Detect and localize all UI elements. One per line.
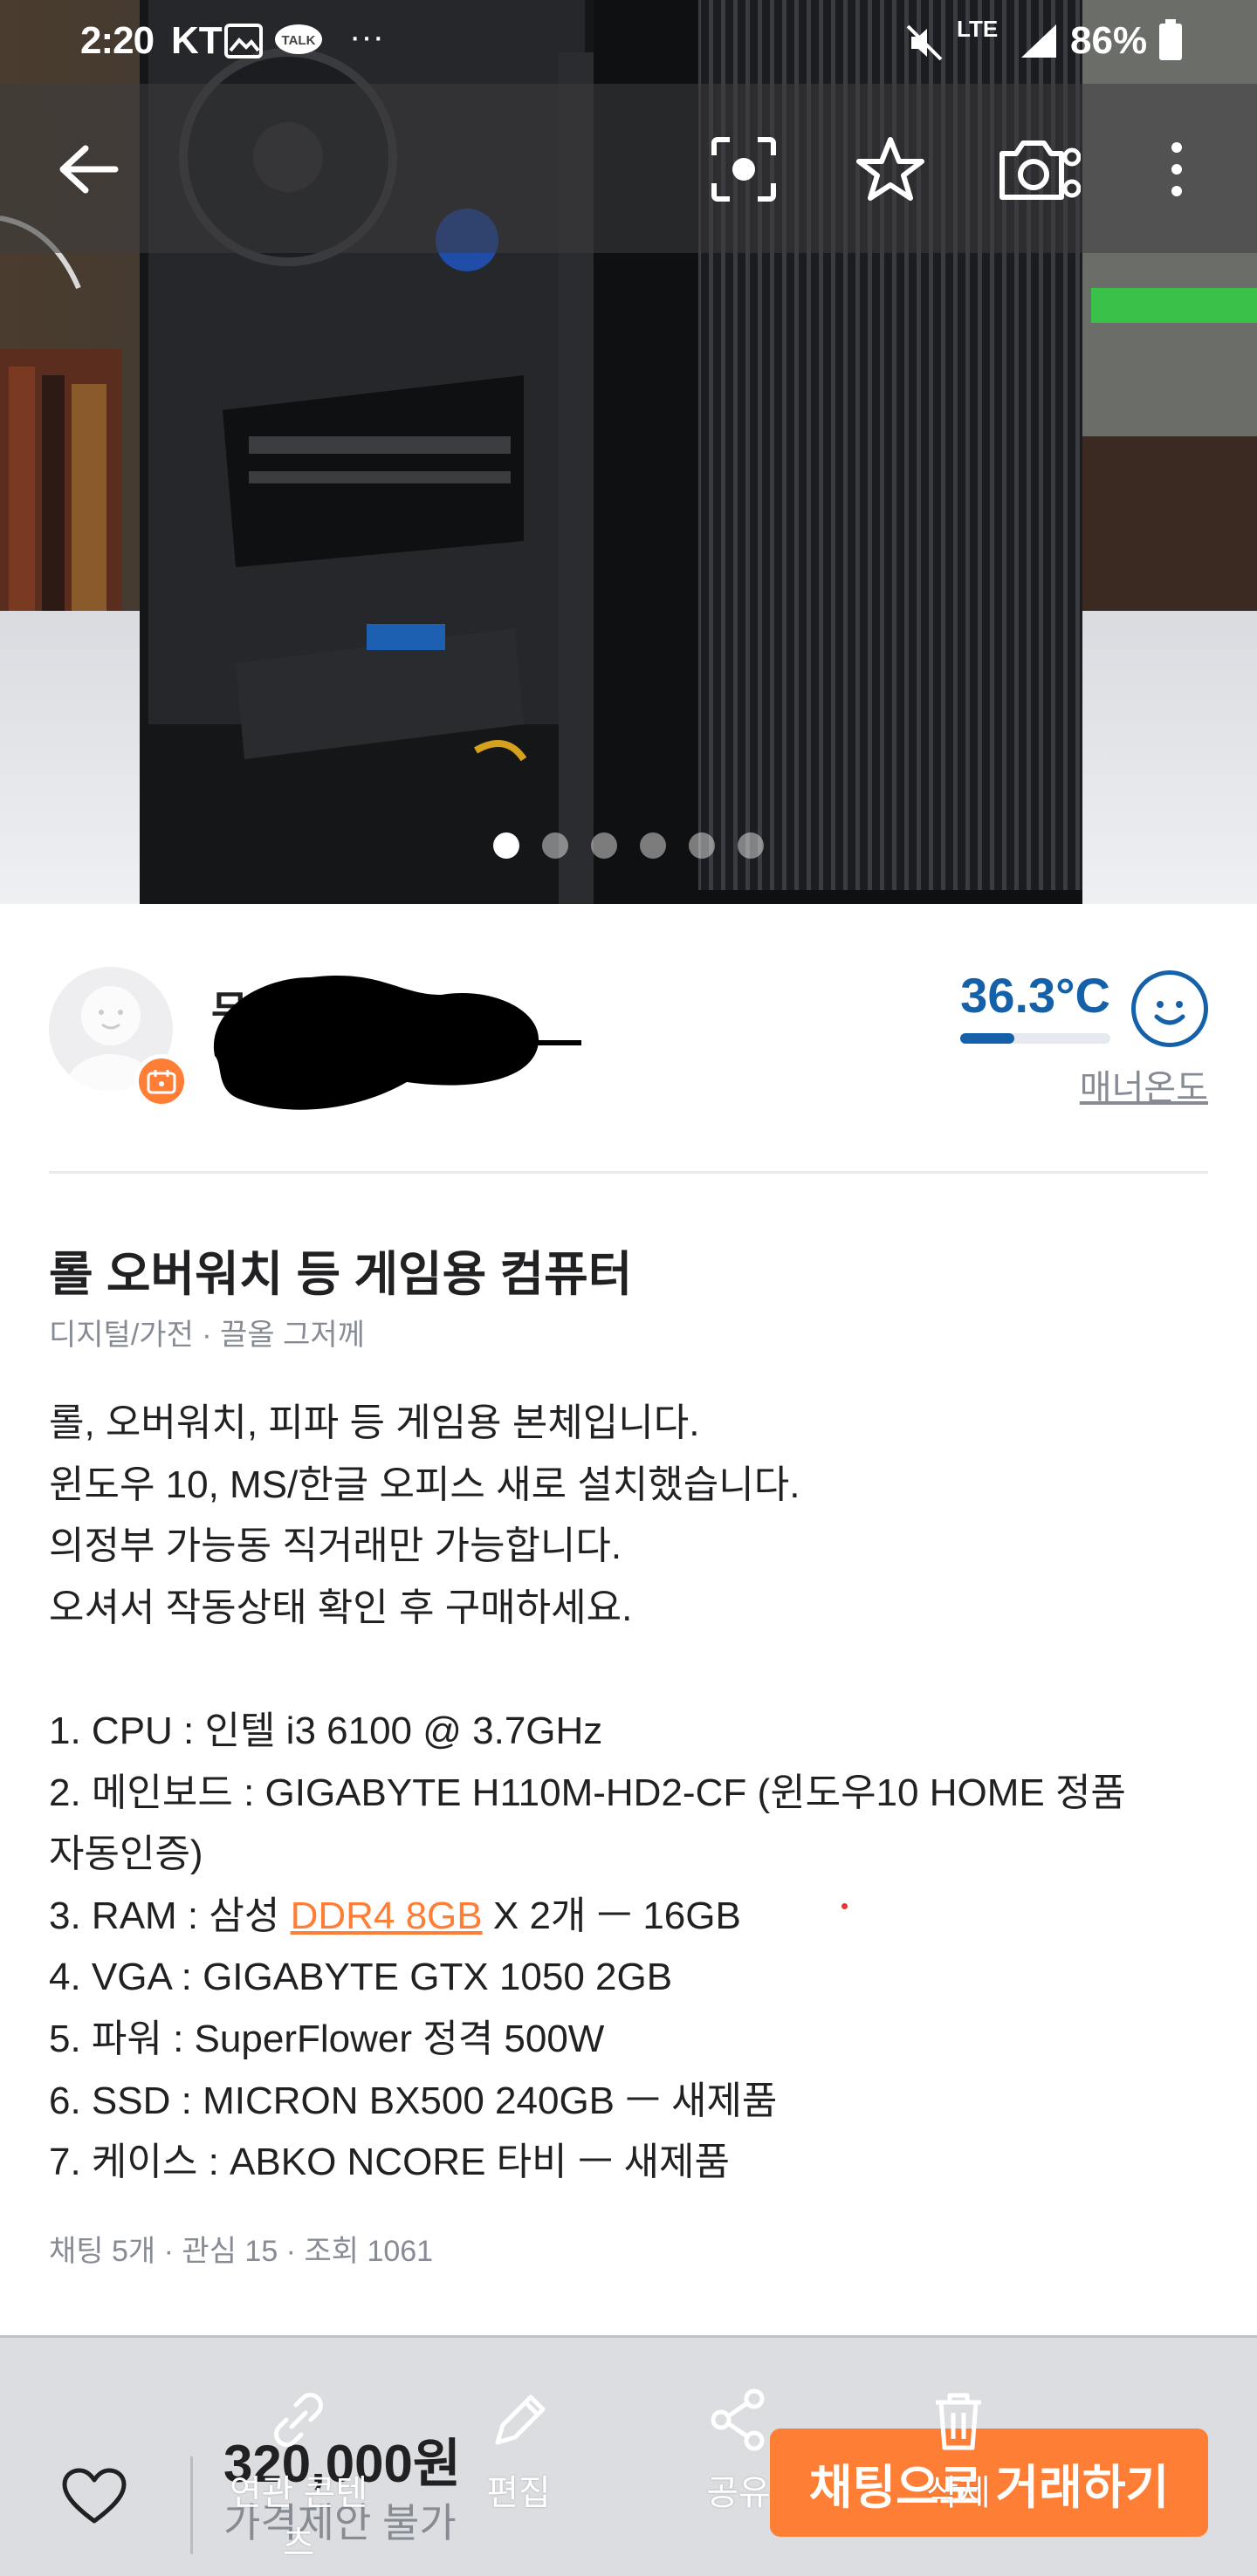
description-text: 4. VGA : GIGABYTE GTX 1050 2GB (49, 1956, 673, 1999)
bottom-bar: 320,000원 가격제안 불가 채팅으로 거래하기 (0, 2335, 1257, 2576)
carousel-indicator (0, 832, 1257, 859)
edit-button[interactable]: 편집 (440, 2381, 597, 2529)
carousel-dot (493, 832, 519, 859)
status-carrier: KT (171, 19, 223, 62)
description-text: 의정부 가능동 직거래만 가능합니다. (49, 1524, 622, 1568)
description-line: 5. 파워 : SuperFlower 정격 500W (49, 2009, 1208, 2071)
delete-button[interactable]: 삭제 (880, 2381, 1037, 2529)
related-content-label: 연관 콘텐츠 (229, 2474, 368, 2563)
edit-label: 편집 (486, 2474, 551, 2512)
description-line: 7. 케이스 : ABKO NCORE 타비 ㅡ 새제품 (49, 2132, 1208, 2194)
article-title: 롤 오버워치 등 게임용 컴퓨터 (49, 1247, 633, 1301)
gallery-notification-icon (223, 23, 264, 69)
back-arrow-icon (59, 145, 119, 194)
description-text: 2. 메인보드 : GIGABYTE H110M-HD2-CF (윈도우10 H… (49, 1771, 1126, 1814)
description-text: 7. 케이스 : ABKO NCORE 타비 ㅡ 새제품 (49, 2141, 730, 2184)
description-line: 롤, 오버워치, 피파 등 게임용 본체입니다. (49, 1393, 1208, 1455)
trash-icon (936, 2393, 981, 2450)
description-text: X 2개 ㅡ 16GB (482, 1894, 741, 1937)
smiley-face-icon (1131, 970, 1208, 1047)
like-button[interactable] (52, 2455, 136, 2538)
touch-indicator-dot (841, 1903, 848, 1909)
description-line: 윈도우 10, MS/한글 오피스 새로 설치했습니다. (49, 1455, 1208, 1517)
manner-temperature-link[interactable]: 매너온도 (1080, 1059, 1208, 1110)
talk-notification-icon: TALK (272, 23, 325, 69)
share-icon (711, 2388, 765, 2451)
separator (190, 2456, 193, 2554)
redacted-seller-info (213, 975, 581, 1110)
link-icon (274, 2393, 323, 2447)
description-line: 1. CPU : 인텔 i3 6100 @ 3.7GHz (49, 1701, 1208, 1763)
description-line: 2. 메인보드 : GIGABYTE H110M-HD2-CF (윈도우10 H… (49, 1763, 1208, 1825)
share-label: 공유 (706, 2474, 771, 2512)
description-text: 오셔서 작동상태 확인 후 구매하세요. (49, 1586, 633, 1629)
article: 롤 오버워치 등 게임용 컴퓨터 디지털/가전 · 끌올 그저께 롤, 오버워치… (49, 1239, 1208, 2278)
divider (49, 1171, 1208, 1174)
scan-button[interactable] (700, 126, 787, 213)
description-text: 3. RAM : 삼성 (49, 1894, 291, 1937)
delete-label: 삭제 (926, 2474, 991, 2512)
description-text: 1. CPU : 인텔 i3 6100 @ 3.7GHz (49, 1709, 603, 1752)
app-bar (0, 84, 1257, 253)
signal-icon (1018, 23, 1058, 69)
description-line: 6. SSD : MICRON BX500 240GB ㅡ 새제품 (49, 2071, 1208, 2133)
star-icon (856, 137, 924, 201)
battery-icon (1157, 19, 1184, 71)
temperature-bar-fill (960, 1033, 1014, 1044)
temperature-bar (960, 1033, 1110, 1044)
description-line (49, 1639, 1208, 1701)
description-text: 자동인증) (49, 1833, 203, 1876)
back-button[interactable] (44, 126, 131, 213)
description-line: 자동인증) (49, 1824, 1208, 1886)
scan-icon (711, 137, 776, 202)
keyword-link[interactable]: DDR4 8GB (291, 1894, 483, 1937)
pencil-icon (495, 2394, 546, 2445)
more-options-button[interactable] (1133, 126, 1220, 213)
carousel-dot (640, 832, 666, 859)
more-vertical-icon (1171, 142, 1182, 196)
description-text: 5. 파워 : SuperFlower 정격 500W (49, 2017, 605, 2060)
capture-button[interactable] (995, 126, 1082, 213)
manner-temperature: 36.3°C (960, 968, 1110, 1023)
carousel-dot (689, 832, 715, 859)
status-bar: 2:20 KT TALK ··· LTE 86% (0, 0, 1257, 84)
carousel-dot (738, 832, 764, 859)
description-line: 4. VGA : GIGABYTE GTX 1050 2GB (49, 1947, 1208, 2009)
heart-icon (62, 2468, 127, 2524)
article-stats: 채팅 5개 · 관심 15 · 조회 1061 (49, 2234, 434, 2268)
carousel-dot (542, 832, 568, 859)
battery-percent: 86% (1070, 19, 1148, 62)
lte-icon: LTE (957, 16, 999, 42)
description-text: 윈도우 10, MS/한글 오피스 새로 설치했습니다. (49, 1463, 800, 1506)
article-description: 롤, 오버워치, 피파 등 게임용 본체입니다. 윈도우 10, MS/한글 오피… (49, 1393, 1208, 2194)
seller-profile[interactable]: 무 36.3°C 매너온도 (49, 967, 1208, 1110)
status-time: 2:20 (80, 19, 155, 62)
description-line: 의정부 가능동 직거래만 가능합니다. (49, 1516, 1208, 1578)
description-line: 오셔서 작동상태 확인 후 구매하세요. (49, 1578, 1208, 1640)
more-notifications-icon: ··· (349, 17, 384, 56)
svg-text:TALK: TALK (282, 33, 316, 48)
carousel-dot (591, 832, 617, 859)
share-button[interactable]: 공유 (660, 2381, 817, 2529)
description-text: 롤, 오버워치, 피파 등 게임용 본체입니다. (49, 1401, 700, 1444)
product-photo-carousel[interactable]: 2:20 KT TALK ··· LTE 86% (0, 0, 1257, 904)
bookmark-button[interactable] (847, 126, 934, 213)
description-text: 6. SSD : MICRON BX500 240GB ㅡ 새제품 (49, 2079, 778, 2122)
related-content-button[interactable]: 연관 콘텐츠 (220, 2381, 377, 2563)
description-line: 3. RAM : 삼성 DDR4 8GB X 2개 ㅡ 16GB (49, 1886, 1208, 1948)
mute-icon (904, 23, 944, 72)
camera-icon (999, 140, 1081, 200)
article-meta[interactable]: 디지털/가전 · 끌올 그저께 (49, 1314, 1208, 1356)
